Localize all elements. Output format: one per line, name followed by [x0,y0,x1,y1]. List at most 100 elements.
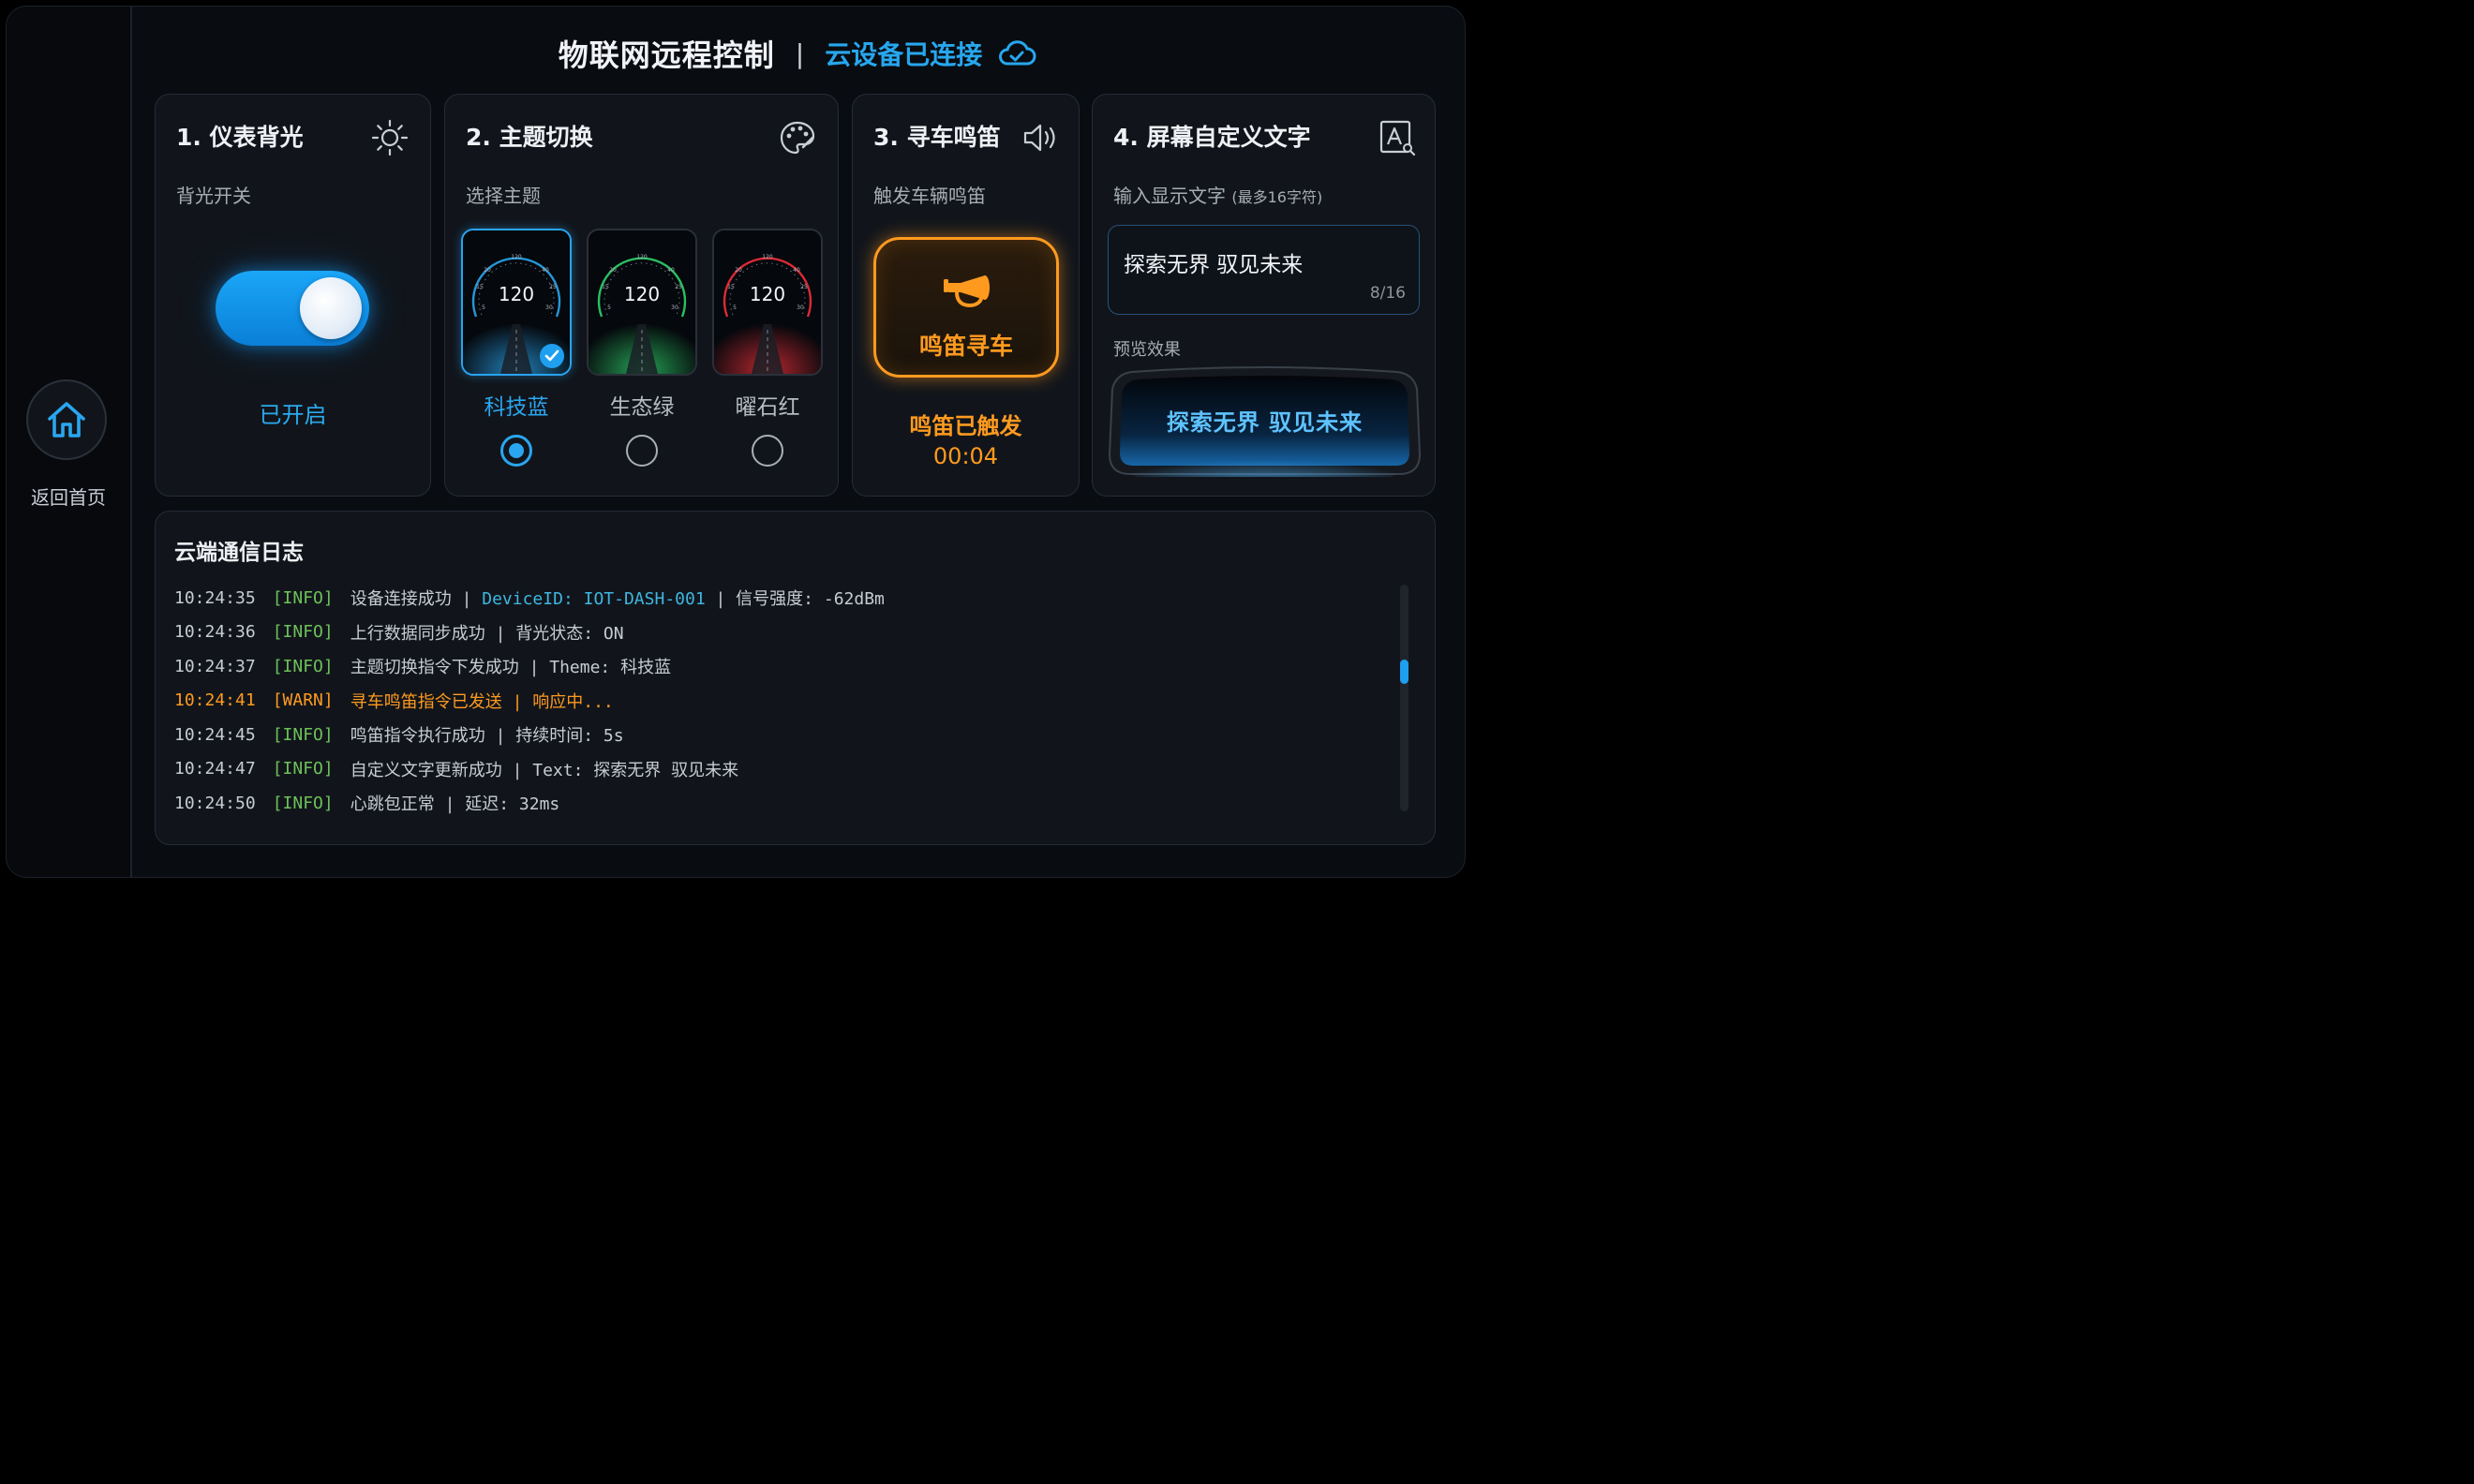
connection-status: 云设备已连接 [825,39,983,70]
palette-icon [780,121,815,155]
theme-radio-0[interactable] [500,435,532,467]
custom-text-hint: (最多16字符) [1231,188,1323,206]
backlight-subtitle: 背光开关 [176,185,251,207]
log-message: 上行数据同步成功 | 背光状态: ON [350,620,624,645]
log-message: 心跳包正常 | 延迟: 32ms [350,791,560,815]
horn-button[interactable]: 鸣笛寻车 [873,237,1059,378]
log-level: [INFO] [272,759,334,779]
log-message-highlight: DeviceID: IOT-DASH-001 [482,589,706,610]
backlight-card: 1. 仪表背光 背光开关 已开启 [155,94,431,497]
theme-card: 2. 主题切换 选择主题 120 20 40 15 25 5 30 120 科技… [444,94,839,497]
theme-label-2[interactable]: 曜石红 [712,389,823,421]
theme-card-1[interactable]: 120 20 40 15 25 5 30 120 [587,229,697,376]
svg-text:20: 20 [735,267,742,274]
horn-icon [944,275,990,308]
home-button[interactable] [26,379,107,460]
home-label[interactable]: 返回首页 [7,482,130,510]
horn-card: 3. 寻车鸣笛 触发车辆鸣笛 鸣笛寻车 鸣笛已触发 00:04 [852,94,1080,497]
backlight-title: 1. 仪表背光 [176,124,304,151]
svg-text:120: 120 [511,254,522,260]
theme-title: 2. 主题切换 [466,124,593,151]
theme-label-0[interactable]: 科技蓝 [461,389,572,421]
custom-text-subtitle: 输入显示文字 (最多16字符) [1113,181,1322,208]
horn-button-label: 鸣笛寻车 [918,333,1013,360]
log-row: 10:24:45 [INFO] 鸣笛指令执行成功 | 持续时间: 5s [174,718,885,752]
svg-text:20: 20 [609,267,617,274]
log-time: 10:24:37 [174,656,256,676]
speed-readout: 120 [623,283,661,305]
preview-screen: 探索无界 驭见未来 [1108,364,1422,492]
custom-text-input[interactable]: 探索无界 驭见未来 8/16 [1108,225,1420,315]
log-time: 10:24:47 [174,759,256,779]
log-message-text: 上行数据同步成功 | 背光状态: ON [350,623,624,644]
log-row: 10:24:37 [INFO] 主题切换指令下发成功 | Theme: 科技蓝 [174,649,885,684]
sun-icon [371,119,409,156]
home-icon [48,402,85,438]
log-message-text: 心跳包正常 | 延迟: 32ms [350,794,560,815]
backlight-toggle[interactable] [216,271,369,346]
log-row: 10:24:36 [INFO] 上行数据同步成功 | 背光状态: ON [174,616,885,650]
horn-title: 3. 寻车鸣笛 [873,124,1001,151]
theme-card-0[interactable]: 120 20 40 15 25 5 30 120 [461,229,572,376]
log-message-text: 寻车鸣笛指令已发送 | 响应中... [350,691,614,712]
log-row: 10:24:35 [INFO] 设备连接成功 | DeviceID: IOT-D… [174,581,885,616]
check-icon [540,344,564,368]
log-message: 寻车鸣笛指令已发送 | 响应中... [350,689,614,713]
svg-text:120: 120 [636,254,648,260]
log-message-text: 鸣笛指令执行成功 | 持续时间: 5s [350,726,624,747]
backlight-state: 已开启 [259,402,327,428]
custom-text-value: 探索无界 驭见未来 [1124,253,1304,277]
log-row: 10:24:47 [INFO] 自定义文字更新成功 | Text: 探索无界 驭… [174,752,885,787]
svg-text:30: 30 [671,304,678,311]
log-message-text: 自定义文字更新成功 | Text: 探索无界 驭见未来 [350,760,739,780]
log-message-tail: | 信号强度: -62dBm [705,589,885,610]
header-separator: | [795,37,805,69]
page-header: 物联网远程控制 | 云设备已连接 [130,33,1465,74]
log-message: 鸣笛指令执行成功 | 持续时间: 5s [350,722,624,747]
log-row: 10:24:50 [INFO] 心跳包正常 | 延迟: 32ms [174,786,885,821]
log-time: 10:24:50 [174,793,256,813]
theme-card-2[interactable]: 120 20 40 15 25 5 30 120 [712,229,823,376]
speed-readout: 120 [498,283,535,305]
log-scrollbar[interactable] [1400,585,1408,811]
theme-subtitle: 选择主题 [466,185,541,207]
log-message-text: 主题切换指令下发成功 | Theme: 科技蓝 [350,658,672,678]
page-title: 物联网远程控制 [558,37,775,73]
log-scroll-thumb[interactable] [1400,660,1408,684]
side-rail: 返回首页 [7,7,132,877]
log-message: 设备连接成功 | DeviceID: IOT-DASH-001 | 信号强度: … [350,586,885,610]
svg-text:5: 5 [733,304,737,311]
log-level: [INFO] [272,587,334,608]
horn-status: 鸣笛已触发 [909,413,1022,439]
svg-text:30: 30 [797,304,804,311]
custom-text-card: 4. 屏幕自定义文字 输入显示文字 (最多16字符) 探索无界 驭见未来 8/1… [1092,94,1436,497]
svg-text:40: 40 [793,267,800,274]
app-frame: 返回首页 物联网远程控制 | 云设备已连接 1. 仪表背光 背光开关 已开启 2… [6,6,1466,878]
svg-text:30: 30 [545,304,553,311]
log-level: [INFO] [272,793,334,813]
theme-radio-1[interactable] [626,435,658,467]
log-card: 云端通信日志 10:24:35 [INFO] 设备连接成功 | DeviceID… [155,511,1436,845]
log-time: 10:24:36 [174,622,256,643]
toggle-knob [300,277,362,339]
speed-readout: 120 [749,283,786,305]
custom-text-title: 4. 屏幕自定义文字 [1113,124,1311,151]
preview-text: 探索无界 驭见未来 [1166,409,1364,436]
log-message: 自定义文字更新成功 | Text: 探索无界 驭见未来 [350,757,738,781]
log-list: 10:24:35 [INFO] 设备连接成功 | DeviceID: IOT-D… [174,581,885,821]
log-time: 10:24:45 [174,724,256,745]
horn-subtitle: 触发车辆鸣笛 [873,185,986,207]
text-search-icon [1379,120,1416,156]
log-time: 10:24:35 [174,587,256,608]
custom-text-subtitle-main: 输入显示文字 [1113,185,1226,207]
svg-text:5: 5 [482,304,485,311]
log-level: [INFO] [272,656,334,676]
log-row: 10:24:41 [WARN] 寻车鸣笛指令已发送 | 响应中... [174,684,885,719]
theme-label-1[interactable]: 生态绿 [587,389,697,421]
svg-text:20: 20 [484,267,491,274]
log-message: 主题切换指令下发成功 | Theme: 科技蓝 [350,654,671,678]
theme-radio-2[interactable] [752,435,783,467]
log-message-text: 设备连接成功 | [350,589,483,610]
log-title: 云端通信日志 [174,541,304,565]
svg-text:120: 120 [762,254,773,260]
